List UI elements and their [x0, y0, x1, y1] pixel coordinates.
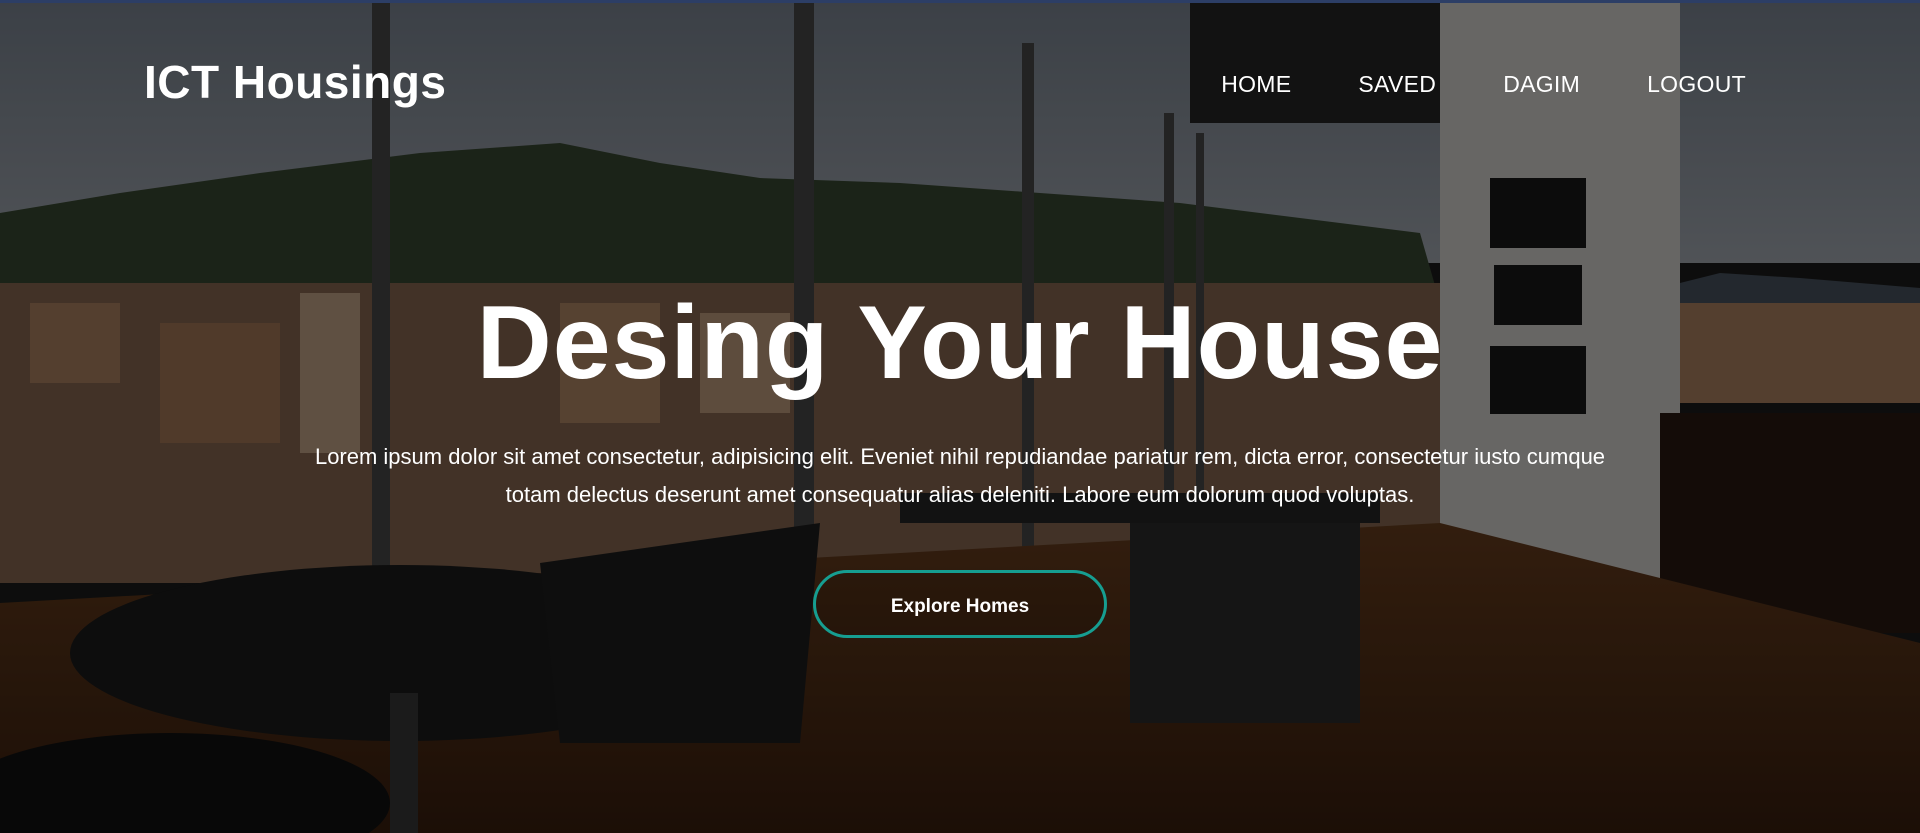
hero-content: Desing Your House Lorem ipsum dolor sit …: [0, 285, 1920, 639]
brand-logo[interactable]: ICT Housings: [144, 55, 446, 109]
nav-link-logout[interactable]: LOGOUT: [1647, 71, 1746, 98]
hero-headline: Desing Your House: [476, 285, 1444, 401]
explore-homes-button[interactable]: Explore Homes: [813, 570, 1107, 639]
nav-link-dagim[interactable]: DAGIM: [1503, 71, 1580, 98]
navbar: ICT Housings HOME SAVED DAGIM LOGOUT: [0, 3, 1920, 173]
nav-link-saved[interactable]: SAVED: [1358, 71, 1436, 98]
hero-section: ICT Housings HOME SAVED DAGIM LOGOUT Des…: [0, 0, 1920, 833]
nav-link-home[interactable]: HOME: [1221, 71, 1291, 98]
hero-description: Lorem ipsum dolor sit amet consectetur, …: [314, 444, 1606, 508]
nav-links: HOME SAVED DAGIM LOGOUT: [1221, 71, 1746, 98]
